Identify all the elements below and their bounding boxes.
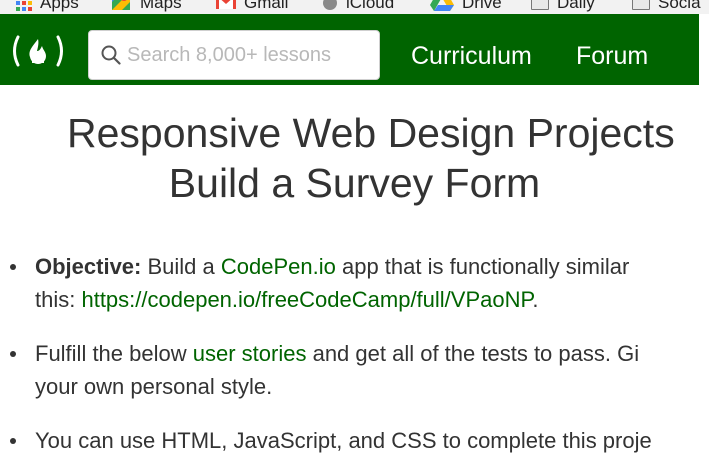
item-text: Build a bbox=[141, 254, 221, 279]
user-stories-link[interactable]: user stories bbox=[193, 341, 307, 366]
bookmark-apps[interactable]: Apps bbox=[16, 0, 79, 14]
bookmark-maps[interactable]: Maps bbox=[110, 0, 182, 14]
bookmark-label: Drive bbox=[462, 0, 502, 12]
item-text: app that is functionally similar bbox=[335, 254, 630, 279]
bookmark-social[interactable]: Socia bbox=[632, 0, 701, 14]
fire-logo-icon bbox=[13, 35, 63, 67]
bookmark-daily[interactable]: Daily bbox=[531, 0, 595, 14]
search-box[interactable] bbox=[88, 30, 380, 80]
title-line-2: Build a Survey Form bbox=[168, 160, 541, 206]
bookmark-label: Apps bbox=[40, 0, 79, 12]
item-text: Fulfill the below bbox=[35, 341, 193, 366]
apps-grid-icon bbox=[16, 0, 32, 11]
item-text: You can use HTML, JavaScript, and CSS to… bbox=[35, 428, 652, 453]
apple-icon bbox=[322, 0, 338, 14]
instructions-list: Objective: Build a CodePen.io app that i… bbox=[0, 250, 709, 457]
nav-link-curriculum[interactable]: Curriculum bbox=[411, 42, 532, 71]
bookmark-label: Socia bbox=[658, 0, 701, 12]
maps-pin-icon bbox=[110, 0, 132, 14]
item-text: this: bbox=[35, 287, 82, 312]
list-item-objective: Objective: Build a CodePen.io app that i… bbox=[0, 250, 709, 316]
bullet-dot bbox=[10, 264, 16, 270]
drive-icon bbox=[430, 0, 454, 14]
nav-edge bbox=[699, 14, 709, 85]
gmail-icon bbox=[216, 0, 236, 14]
bookmark-label: iCloud bbox=[346, 0, 395, 12]
bookmarks-bar: Apps Maps Gmail iCloud Drive Daily Socia bbox=[0, 0, 709, 14]
item-text: your own personal style. bbox=[35, 374, 273, 399]
folder-icon bbox=[531, 0, 549, 10]
bookmark-label: Daily bbox=[557, 0, 595, 12]
folder-icon bbox=[632, 0, 650, 10]
nav-link-forum[interactable]: Forum bbox=[576, 42, 648, 71]
bookmark-icloud[interactable]: iCloud bbox=[322, 0, 394, 14]
bookmark-label: Gmail bbox=[244, 0, 289, 12]
list-item-technologies: You can use HTML, JavaScript, and CSS to… bbox=[0, 424, 709, 457]
bookmark-drive[interactable]: Drive bbox=[430, 0, 502, 14]
page-title: Responsive Web Design Projects Build a S… bbox=[0, 108, 709, 208]
bullet-dot bbox=[10, 351, 16, 357]
search-icon bbox=[101, 45, 121, 65]
codepen-link[interactable]: CodePen.io bbox=[221, 254, 336, 279]
item-text: and get all of the tests to pass. Gi bbox=[306, 341, 640, 366]
example-project-link[interactable]: https://codepen.io/freeCodeCamp/full/VPa… bbox=[81, 287, 532, 312]
bullet-dot bbox=[10, 438, 16, 444]
title-line-1: Responsive Web Design Projects bbox=[67, 110, 675, 156]
fcc-logo[interactable] bbox=[10, 35, 66, 67]
top-navbar: Curriculum Forum bbox=[0, 14, 709, 85]
bookmark-label: Maps bbox=[140, 0, 182, 12]
bookmark-gmail[interactable]: Gmail bbox=[216, 0, 288, 14]
objective-label: Objective: bbox=[35, 254, 142, 279]
list-item-user-stories: Fulfill the below user stories and get a… bbox=[0, 337, 709, 403]
search-input[interactable] bbox=[127, 43, 357, 67]
item-text: . bbox=[532, 287, 539, 312]
